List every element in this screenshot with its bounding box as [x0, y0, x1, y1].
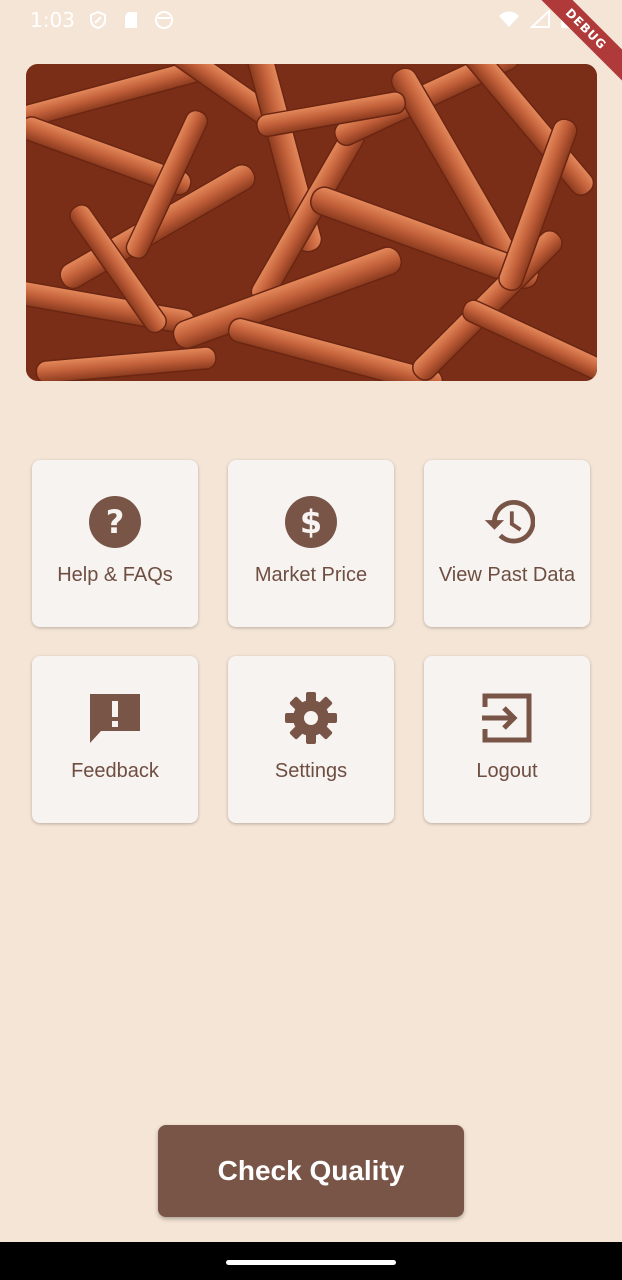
- help-faqs-label: Help & FAQs: [57, 564, 173, 586]
- market-price-tile[interactable]: $ Market Price: [228, 460, 394, 627]
- signal-icon: [529, 8, 550, 33]
- logout-tile[interactable]: Logout: [424, 656, 590, 823]
- status-bar: 1:03 DEBUG: [0, 0, 622, 87]
- svg-text:?: ?: [106, 503, 125, 541]
- logout-icon: [479, 690, 535, 746]
- logout-label: Logout: [476, 760, 538, 782]
- circle-icon: [154, 10, 174, 35]
- settings-label: Settings: [274, 760, 348, 782]
- settings-tile[interactable]: Settings: [228, 656, 394, 823]
- cinnamon-sticks-image: [26, 64, 597, 381]
- dollar-icon: $: [283, 494, 339, 550]
- history-icon: [479, 494, 535, 550]
- svg-text:$: $: [300, 503, 322, 541]
- help-icon: ?: [87, 494, 143, 550]
- status-time: 1:03: [30, 8, 75, 32]
- sd-card-icon: [122, 10, 140, 35]
- view-past-data-tile[interactable]: View Past Data: [424, 460, 590, 627]
- wifi-icon: [498, 10, 520, 33]
- feedback-icon: [87, 690, 143, 746]
- feedback-label: Feedback: [71, 760, 159, 782]
- market-price-label: Market Price: [254, 564, 368, 586]
- feedback-tile[interactable]: Feedback: [32, 656, 198, 823]
- navigation-bar: [0, 1242, 622, 1280]
- view-past-data-label: View Past Data: [438, 564, 576, 586]
- help-faqs-tile[interactable]: ? Help & FAQs: [32, 460, 198, 627]
- gear-icon: [283, 690, 339, 746]
- home-gesture-handle[interactable]: [226, 1260, 396, 1265]
- shield-icon: [88, 10, 108, 35]
- check-quality-button[interactable]: Check Quality: [158, 1125, 464, 1217]
